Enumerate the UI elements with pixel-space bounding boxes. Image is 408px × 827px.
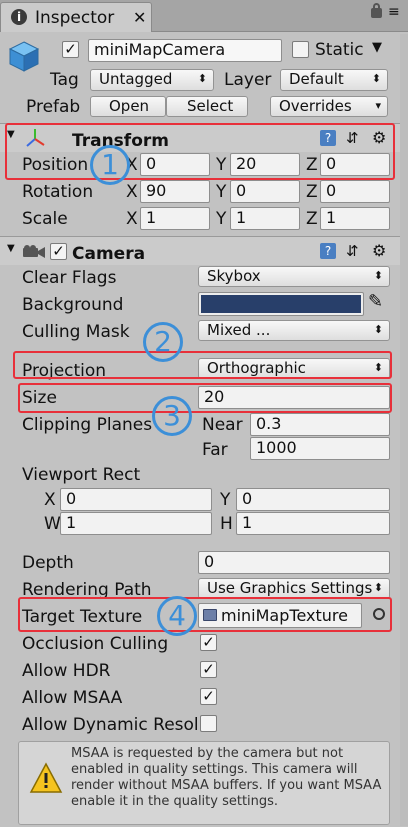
layer-dropdown[interactable]: Default ⬍ [280,69,388,91]
axis-x-label: X [126,182,138,202]
viewport-w-label: W [44,514,61,534]
layer-label: Layer [224,70,272,90]
clear-flags-value: Skybox [207,267,261,285]
tag-value: Untagged [99,70,173,88]
annotation-marker-1: 1 [90,145,130,185]
layer-value: Default [289,70,344,88]
viewport-x-field[interactable]: 0 [60,488,212,511]
viewport-x-label: X [44,490,56,510]
axis-z-label: Z [306,209,318,229]
overrides-dropdown[interactable]: Overrides ▾ [270,96,388,117]
chevron-down-icon: ▾ [375,99,381,112]
info-icon: i [11,9,27,25]
warning-text: MSAA is requested by the camera but not … [71,746,382,809]
annotation-marker-4: 4 [157,596,197,636]
allow-dynamic-resolution-label: Allow Dynamic Resol [22,715,198,735]
axis-x-label: X [126,209,138,229]
rotation-label: Rotation [22,182,94,202]
viewport-h-field[interactable]: 1 [236,512,390,535]
annotation-box-position [5,123,395,180]
allow-msaa-checkbox[interactable]: ✓ [200,688,217,705]
annotation-box-target-texture [18,597,392,632]
annotation-marker-3: 3 [152,396,192,436]
far-field[interactable]: 1000 [250,437,390,460]
help-icon[interactable]: ? [320,243,336,259]
updown-arrow-icon: ⬍ [373,323,383,336]
rendering-path-value: Use Graphics Settings [207,579,373,597]
annotation-box-size [18,383,392,413]
static-checkbox[interactable] [292,41,309,58]
tab-inspector[interactable]: i Inspector ✕ [0,2,152,32]
active-checkbox[interactable]: ✓ [62,41,79,58]
axis-y-label: Y [216,209,227,229]
allow-msaa-label: Allow MSAA [22,688,123,708]
open-button[interactable]: Open [90,96,166,117]
scale-z-field[interactable]: 1 [320,207,390,230]
axis-z-label: Z [306,182,318,202]
culling-mask-value: Mixed ... [207,321,271,339]
camera-enabled-checkbox[interactable]: ✓ [50,243,67,260]
static-dropdown-icon[interactable]: ▼ [372,40,382,55]
preset-icon[interactable]: ⇵ [346,242,359,260]
tab-title: Inspector [35,8,115,28]
depth-label: Depth [22,553,74,573]
updown-arrow-icon: ⬍ [371,72,381,85]
background-color-field[interactable] [198,292,364,316]
lock-shackle-icon [373,3,380,10]
prefab-label: Prefab [26,97,81,117]
camera-icon [22,244,46,258]
rotation-x-field[interactable]: 90 [140,180,210,203]
culling-mask-dropdown[interactable]: Mixed ... ⬍ [198,320,390,341]
far-label: Far [202,440,228,460]
scrollbar[interactable] [400,34,408,826]
menu-icon[interactable]: ≡ [388,5,400,19]
warning-icon [29,762,63,794]
gameobject-cube-icon [8,40,40,72]
viewport-y-label: Y [220,490,231,510]
scale-label: Scale [22,209,68,229]
background-color-swatch [201,295,361,313]
viewport-w-field[interactable]: 1 [60,512,212,535]
updown-arrow-icon: ⬍ [373,581,383,594]
occlusion-culling-label: Occlusion Culling [22,634,169,654]
eyedropper-icon[interactable]: ✎ [368,292,383,312]
viewport-h-label: H [220,514,233,534]
scale-x-field[interactable]: 1 [140,207,210,230]
scale-y-field[interactable]: 1 [230,207,300,230]
allow-hdr-label: Allow HDR [22,661,111,681]
updown-arrow-icon: ⬍ [197,72,207,85]
culling-mask-label: Culling Mask [22,322,130,342]
tag-label: Tag [50,70,79,90]
occlusion-culling-checkbox[interactable]: ✓ [200,634,217,651]
static-label: Static [315,40,364,60]
annotation-box-projection [13,351,392,379]
clear-flags-dropdown[interactable]: Skybox ⬍ [198,266,390,287]
near-field[interactable]: 0.3 [250,413,390,436]
rotation-y-field[interactable]: 0 [230,180,300,203]
foldout-arrow-icon[interactable]: ▼ [7,243,15,254]
clipping-planes-label: Clipping Planes [22,415,153,435]
camera-title: Camera [72,244,146,264]
tag-dropdown[interactable]: Untagged ⬍ [90,69,214,91]
gear-icon[interactable]: ⚙ [372,241,386,260]
updown-arrow-icon: ⬍ [373,269,383,282]
object-name-field[interactable]: miniMapCamera [88,39,282,62]
msaa-warning-box: MSAA is requested by the camera but not … [18,741,390,825]
select-button[interactable]: Select [166,96,248,117]
axis-y-label: Y [216,182,227,202]
clear-flags-label: Clear Flags [22,268,117,288]
close-tab-icon[interactable]: ✕ [133,8,146,27]
overrides-value: Overrides [279,97,352,115]
rotation-z-field[interactable]: 0 [320,180,390,203]
rendering-path-dropdown[interactable]: Use Graphics Settings ⬍ [198,578,390,599]
annotation-marker-2: 2 [143,322,183,362]
viewport-y-field[interactable]: 0 [236,488,390,511]
allow-hdr-checkbox[interactable]: ✓ [200,661,217,678]
allow-dynamic-resolution-checkbox[interactable] [200,715,217,732]
depth-field[interactable]: 0 [198,551,390,574]
viewport-rect-label: Viewport Rect [22,465,141,485]
background-label: Background [22,295,124,315]
near-label: Near [202,415,243,435]
